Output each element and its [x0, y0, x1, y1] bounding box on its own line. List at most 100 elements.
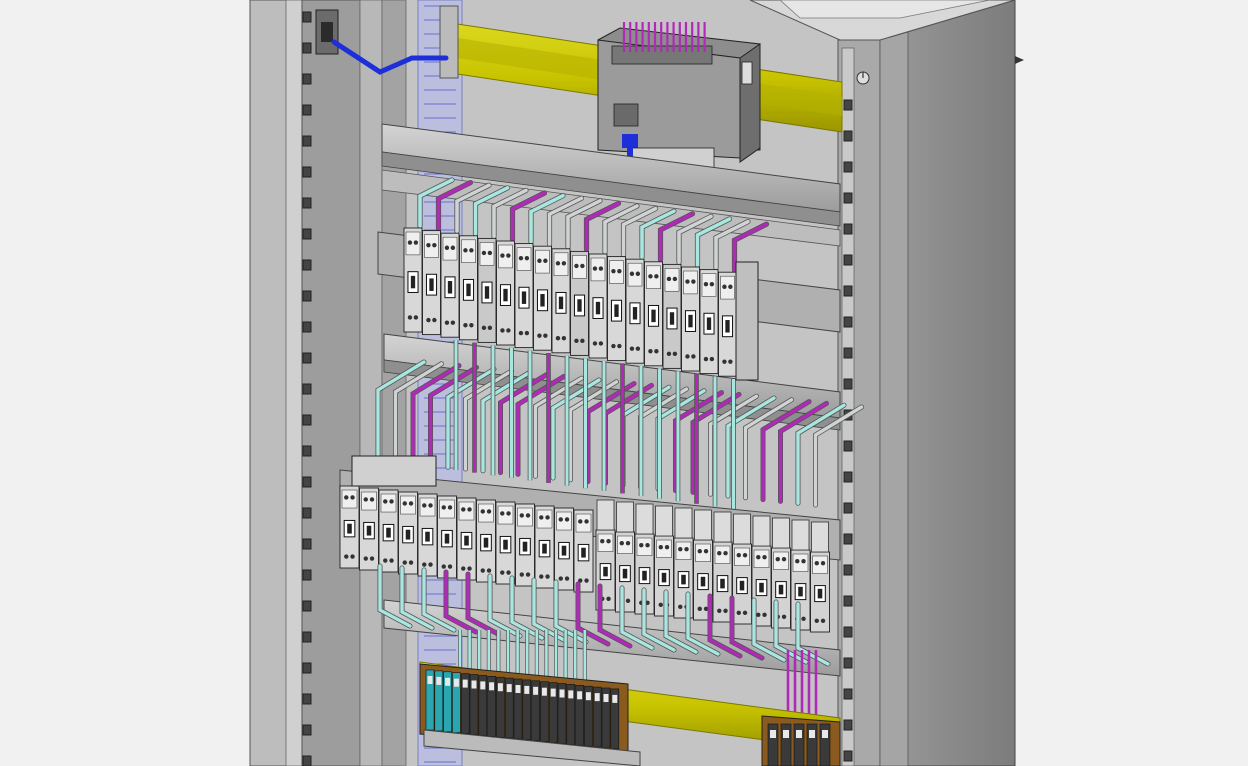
- mounting-hole: [302, 414, 312, 426]
- mounting-hole: [302, 755, 312, 766]
- mounting-hole: [843, 99, 853, 111]
- breaker-module[interactable]: [534, 505, 555, 589]
- breaker-module[interactable]: [588, 253, 608, 359]
- breaker-module[interactable]: [437, 495, 457, 579]
- mounting-hole: [302, 259, 312, 271]
- mounting-hole: [843, 595, 853, 607]
- mounting-hole: [302, 290, 312, 302]
- electrical-cabinet-3d-model[interactable]: [0, 0, 1248, 766]
- breaker-module[interactable]: [615, 531, 635, 613]
- mounting-hole: [302, 600, 312, 612]
- mounting-hole: [302, 724, 312, 736]
- breaker-module[interactable]: [533, 245, 552, 351]
- mounting-hole: [302, 352, 312, 364]
- ethernet-port-icon: [613, 103, 639, 127]
- breaker-module[interactable]: [681, 266, 700, 372]
- breaker-module[interactable]: [476, 499, 496, 583]
- mounting-hole: [843, 471, 853, 483]
- terminal-screw: [533, 686, 539, 695]
- breaker-module[interactable]: [496, 240, 515, 346]
- mounting-hole: [302, 662, 312, 674]
- terminal-screw: [796, 730, 802, 738]
- terminal-screw: [822, 730, 828, 738]
- mounting-hole: [843, 223, 853, 235]
- terminal-screw: [577, 691, 583, 700]
- breaker-module[interactable]: [607, 256, 626, 362]
- mounting-hole: [843, 161, 853, 173]
- mounting-hole: [302, 11, 312, 23]
- mounting-hole: [302, 42, 312, 54]
- terminal-screw: [489, 682, 495, 691]
- breaker-aux-contact: [596, 499, 615, 531]
- breaker-module[interactable]: [718, 271, 737, 377]
- breaker-module[interactable]: [810, 551, 830, 633]
- surge-protector: [735, 261, 759, 381]
- mounting-hole: [302, 383, 312, 395]
- breaker-aux-contact: [635, 503, 654, 535]
- mounting-hole: [302, 445, 312, 457]
- terminal-block-right[interactable]: [761, 715, 841, 766]
- mounting-hole: [843, 440, 853, 452]
- breaker-module[interactable]: [662, 263, 682, 369]
- terminal-screw: [770, 730, 776, 738]
- breaker-aux-contact: [752, 515, 771, 547]
- breaker-aux-contact: [674, 507, 693, 539]
- breaker-module[interactable]: [644, 261, 663, 367]
- terminal-screw: [568, 690, 574, 699]
- breaker-aux-contact: [733, 513, 751, 545]
- breaker-aux-contact: [811, 521, 829, 553]
- breaker-module[interactable]: [570, 250, 589, 356]
- contactor-top: [351, 455, 437, 487]
- breaker-module[interactable]: [417, 493, 438, 577]
- breaker-module[interactable]: [456, 497, 477, 581]
- mounting-hole: [843, 688, 853, 700]
- mounting-hole: [302, 228, 312, 240]
- terminal-screw: [436, 676, 442, 685]
- mounting-hole: [302, 476, 312, 488]
- breaker-aux-contact: [694, 509, 712, 541]
- mounting-hole: [843, 192, 853, 204]
- breaker-module[interactable]: [359, 487, 379, 571]
- mounting-hole: [843, 316, 853, 328]
- breaker-module[interactable]: [378, 489, 399, 573]
- breaker-module[interactable]: [573, 509, 594, 593]
- breaker-module[interactable]: [398, 491, 418, 575]
- mounting-hole: [843, 657, 853, 669]
- mounting-hole: [843, 378, 853, 390]
- breaker-module[interactable]: [440, 232, 460, 338]
- terminal-screw: [603, 694, 609, 702]
- breaker-module[interactable]: [422, 230, 441, 336]
- mounting-hole: [302, 135, 312, 147]
- breaker-module[interactable]: [514, 243, 534, 349]
- terminal-screw: [515, 685, 521, 693]
- mounting-hole: [302, 166, 312, 178]
- breaker-module[interactable]: [625, 258, 645, 364]
- terminal-screw: [462, 679, 468, 688]
- breaker-module[interactable]: [339, 485, 360, 569]
- mounting-hole: [302, 73, 312, 85]
- mounting-hole: [843, 254, 853, 266]
- mounting-hole: [302, 507, 312, 519]
- breaker-module[interactable]: [554, 507, 574, 591]
- mounting-hole: [843, 719, 853, 731]
- terminal-screw: [783, 730, 789, 738]
- breaker-module[interactable]: [515, 503, 535, 587]
- breaker-module[interactable]: [712, 541, 733, 623]
- mounting-hole: [843, 130, 853, 142]
- terminal-screw: [480, 681, 486, 690]
- terminal-screw: [612, 694, 618, 703]
- terminal-screw: [559, 689, 565, 698]
- mounting-hole: [302, 197, 312, 209]
- breaker-module[interactable]: [495, 501, 516, 585]
- breaker-module[interactable]: [699, 269, 719, 375]
- breaker-module[interactable]: [403, 227, 423, 333]
- breaker-aux-contact: [772, 517, 790, 549]
- breaker-module[interactable]: [459, 235, 478, 341]
- breaker-module[interactable]: [477, 237, 497, 343]
- breaker-module[interactable]: [551, 248, 571, 354]
- breaker-aux-contact: [713, 511, 732, 543]
- breaker-aux-contact: [791, 519, 810, 551]
- breaker-module[interactable]: [732, 543, 752, 625]
- mounting-hole: [843, 347, 853, 359]
- cad-viewport[interactable]: [0, 0, 1248, 766]
